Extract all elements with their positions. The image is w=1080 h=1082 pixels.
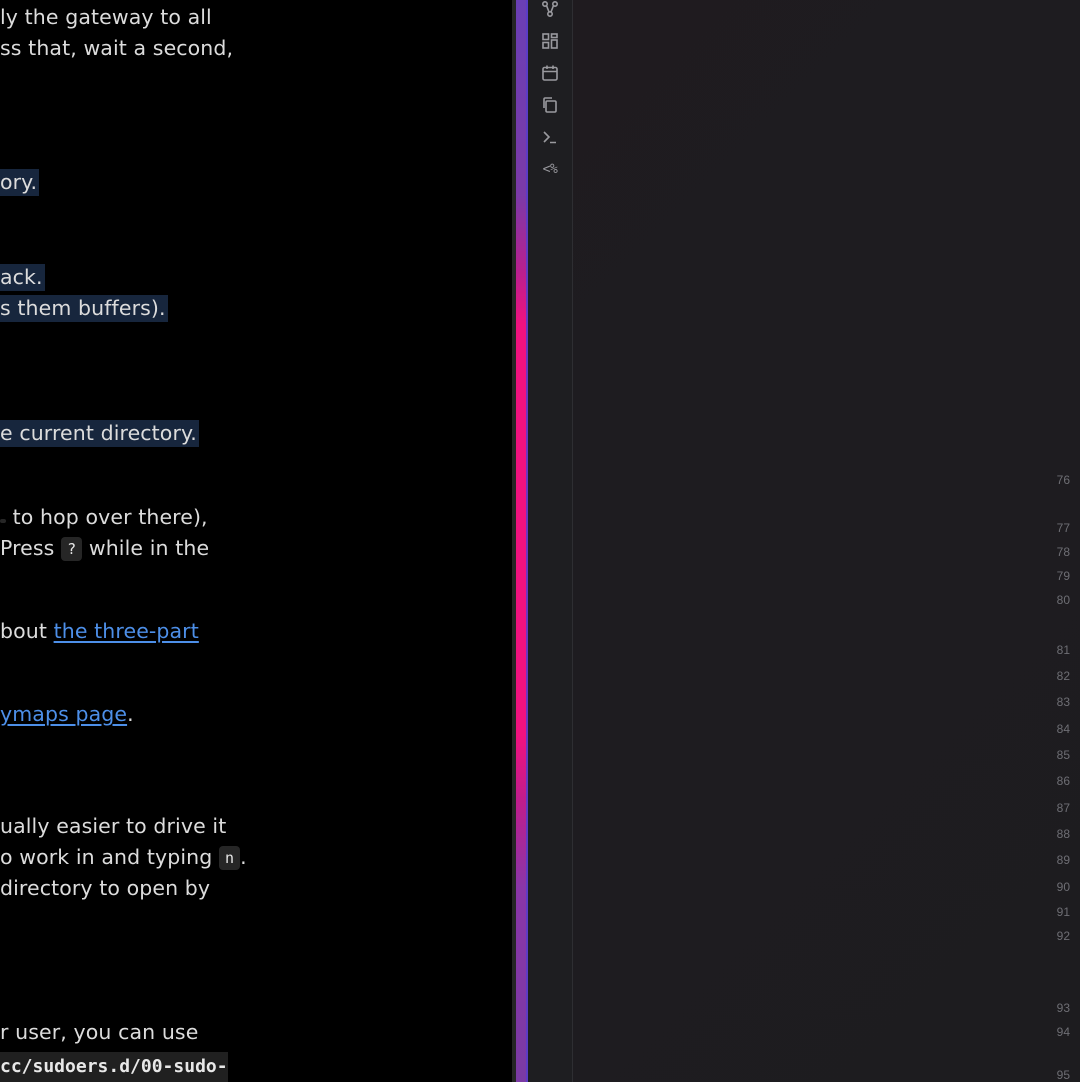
line-number: 90	[1056, 880, 1070, 894]
editor-pane[interactable]: 76 77 78 79 80 81 82 83 84 85 86 87 88 89 90 91 92 93 94 95	[573, 0, 1080, 1082]
preview-line: ymaps page.	[0, 702, 134, 726]
preview-line: ack.	[0, 264, 45, 291]
line-number: 79	[1056, 569, 1070, 583]
preview-line: r user, you can use	[0, 1020, 198, 1044]
copy-icon[interactable]	[540, 95, 560, 115]
preview-line: to hop over there),	[0, 505, 208, 529]
link[interactable]: the three-part	[54, 619, 199, 643]
line-number: 82	[1056, 669, 1070, 683]
inline-code: ?	[61, 537, 83, 561]
line-number: 77	[1056, 521, 1070, 535]
line-number: 88	[1056, 827, 1070, 841]
text: while in the	[82, 536, 210, 560]
text: .	[240, 845, 247, 869]
line-number: 81	[1056, 643, 1070, 657]
line-number: 84	[1056, 722, 1070, 736]
text: ually easier to drive it	[0, 814, 227, 838]
text: bout	[0, 619, 54, 643]
line-number: 91	[1056, 905, 1070, 919]
preview-line: e current directory.	[0, 420, 199, 447]
preview-line: ually easier to drive it	[0, 814, 226, 838]
terminal-icon[interactable]	[540, 127, 560, 147]
highlighted-text: ack.	[0, 264, 45, 291]
accent-stripe	[516, 0, 528, 1082]
highlighted-text: ory.	[0, 169, 40, 196]
line-number: 80	[1056, 593, 1070, 607]
preview-line: bout the three-part	[0, 619, 199, 643]
line-number: 83	[1056, 695, 1070, 709]
text: r user, you can use	[0, 1020, 199, 1044]
text: to hop over there),	[6, 505, 208, 529]
text: directory to open by	[0, 876, 211, 900]
line-number: 95	[1056, 1068, 1070, 1082]
template-text: <%	[542, 161, 558, 177]
line-number: 85	[1056, 748, 1070, 762]
line-number: 86	[1056, 774, 1070, 788]
line-number: 87	[1056, 801, 1070, 815]
line-number: 89	[1056, 853, 1070, 867]
preview-line: o work in and typing n.	[0, 845, 247, 870]
text: .	[127, 702, 134, 726]
template-icon[interactable]: <%	[540, 159, 560, 179]
highlighted-text: e current directory.	[0, 420, 199, 447]
preview-line: Press ? while in the	[0, 536, 209, 561]
line-number: 78	[1056, 545, 1070, 559]
text: ss that, wait a second,	[0, 36, 234, 60]
preview-line: s them buffers).	[0, 295, 168, 322]
inline-code: n	[218, 846, 241, 870]
line-number: 94	[1056, 1025, 1070, 1039]
text: ly the gateway to all	[0, 5, 212, 29]
text: Press	[0, 536, 62, 560]
line-number: 93	[1056, 1001, 1070, 1015]
line-number: 76	[1056, 473, 1070, 487]
preview-line: ory.	[0, 169, 40, 196]
preview-line: ss that, wait a second,	[0, 36, 233, 60]
markdown-preview-pane: ly the gateway to all ss that, wait a sec…	[0, 0, 512, 1082]
graph-icon[interactable]	[540, 0, 560, 19]
link[interactable]: ymaps page	[0, 702, 127, 726]
preview-line: directory to open by	[0, 876, 210, 900]
calendar-icon[interactable]	[540, 63, 560, 83]
line-number: 92	[1056, 929, 1070, 943]
grid-icon[interactable]	[540, 31, 560, 51]
highlighted-text: s them buffers).	[0, 295, 168, 322]
preview-line: ly the gateway to all	[0, 5, 212, 29]
ribbon-bar: <%	[528, 0, 573, 1082]
text: o work in and typing	[0, 845, 219, 869]
code-block-line: cc/sudoers.d/00-sudo-	[0, 1052, 228, 1082]
